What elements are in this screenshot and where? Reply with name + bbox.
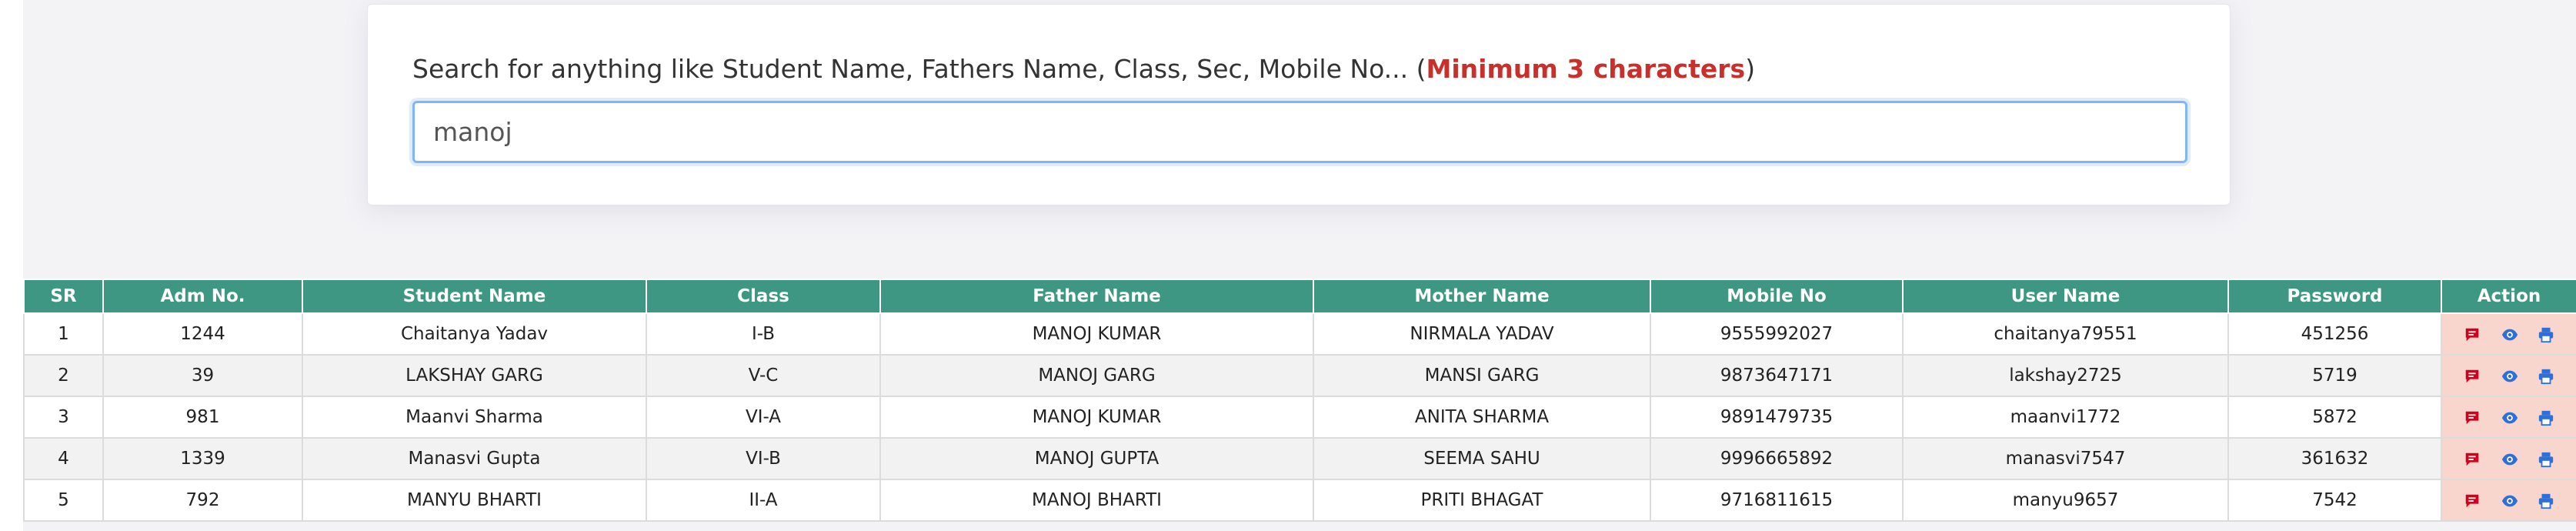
print-icon[interactable] (2538, 409, 2554, 426)
cell-class: VI-B (646, 437, 881, 480)
search-input[interactable] (412, 101, 2187, 163)
search-label-suffix: ) (1745, 54, 1756, 84)
cell-father-name: MANOJ KUMAR (879, 396, 1314, 439)
min-chars-hint: Minimum 3 characters (1426, 54, 1746, 84)
eye-icon[interactable] (2501, 493, 2518, 509)
header-mobile-no[interactable]: Mobile No (1650, 279, 1904, 314)
cell-sr: 3 (23, 396, 104, 439)
cell-father-name: MANOJ KUMAR (879, 312, 1314, 356)
cell-password: 7542 (2227, 479, 2442, 522)
cell-student-name: Maanvi Sharma (302, 396, 647, 439)
cell-action (2441, 354, 2576, 397)
message-icon[interactable] (2464, 409, 2481, 426)
cell-sr: 1 (23, 312, 104, 356)
cell-student-name: MANYU BHARTI (302, 479, 647, 522)
header-password[interactable]: Password (2227, 279, 2442, 314)
cell-sr: 5 (23, 479, 104, 522)
cell-class: I-B (646, 312, 881, 356)
message-icon[interactable] (2464, 493, 2481, 509)
cell-password: 451256 (2227, 312, 2442, 356)
cell-student-name: Manasvi Gupta (302, 437, 647, 480)
cell-action (2441, 312, 2576, 356)
cell-password: 5872 (2227, 396, 2442, 439)
eye-icon[interactable] (2501, 451, 2518, 468)
cell-mother-name: NIRMALA YADAV (1313, 312, 1651, 356)
eye-icon[interactable] (2501, 409, 2518, 426)
message-icon[interactable] (2464, 368, 2481, 385)
cell-sr: 4 (23, 437, 104, 480)
cell-mobile-no: 9996665892 (1650, 437, 1904, 480)
cell-mother-name: PRITI BHAGAT (1313, 479, 1651, 522)
header-class[interactable]: Class (646, 279, 881, 314)
header-student-name[interactable]: Student Name (302, 279, 647, 314)
cell-sr: 2 (23, 354, 104, 397)
cell-action (2441, 479, 2576, 522)
cell-user-name: lakshay2725 (1902, 354, 2229, 397)
header-mother-name[interactable]: Mother Name (1313, 279, 1651, 314)
print-icon[interactable] (2538, 493, 2554, 509)
cell-mobile-no: 9555992027 (1650, 312, 1904, 356)
cell-mother-name: ANITA SHARMA (1313, 396, 1651, 439)
print-icon[interactable] (2538, 368, 2554, 385)
cell-user-name: maanvi1772 (1902, 396, 2229, 439)
cell-class: II-A (646, 479, 881, 522)
header-user-name[interactable]: User Name (1902, 279, 2229, 314)
cell-adm-no: 1244 (102, 312, 303, 356)
cell-adm-no: 39 (102, 354, 303, 397)
cell-user-name: manyu9657 (1902, 479, 2229, 522)
search-label: Search for anything like Student Name, F… (412, 54, 1755, 84)
message-icon[interactable] (2464, 326, 2481, 343)
cell-adm-no: 792 (102, 479, 303, 522)
table-header-row: SR Adm No. Student Name Class Father Nam… (23, 279, 2576, 314)
students-table: SR Adm No. Student Name Class Father Nam… (23, 279, 2576, 522)
message-icon[interactable] (2464, 451, 2481, 468)
cell-password: 5719 (2227, 354, 2442, 397)
cell-father-name: MANOJ BHARTI (879, 479, 1314, 522)
cell-action (2441, 396, 2576, 439)
cell-user-name: manasvi7547 (1902, 437, 2229, 480)
cell-mother-name: MANSI GARG (1313, 354, 1651, 397)
cell-father-name: MANOJ GUPTA (879, 437, 1314, 480)
print-icon[interactable] (2538, 326, 2554, 343)
cell-student-name: LAKSHAY GARG (302, 354, 647, 397)
print-icon[interactable] (2538, 451, 2554, 468)
search-label-prefix: Search for anything like Student Name, F… (412, 54, 1426, 84)
table-row: 5 792 MANYU BHARTI II-A MANOJ BHARTI PRITI BH… (23, 479, 2576, 522)
eye-icon[interactable] (2501, 326, 2518, 343)
cell-father-name: MANOJ GARG (879, 354, 1314, 397)
cell-mobile-no: 9873647171 (1650, 354, 1904, 397)
cell-class: V-C (646, 354, 881, 397)
cell-user-name: chaitanya79551 (1902, 312, 2229, 356)
table-row: 3 981 Maanvi Sharma VI-A MANOJ KUMAR ANITA SH… (23, 396, 2576, 439)
cell-mobile-no: 9716811615 (1650, 479, 1904, 522)
header-father-name[interactable]: Father Name (879, 279, 1314, 314)
left-strip (0, 0, 23, 531)
cell-class: VI-A (646, 396, 881, 439)
search-card: Search for anything like Student Name, F… (367, 4, 2231, 205)
table-row: 4 1339 Manasvi Gupta VI-B MANOJ GUPTA SEEMA S… (23, 437, 2576, 480)
table-row: 2 39 LAKSHAY GARG V-C MANOJ GARG MANSI GARG 98… (23, 354, 2576, 397)
cell-action (2441, 437, 2576, 480)
header-sr[interactable]: SR (23, 279, 104, 314)
page: Search for anything like Student Name, F… (0, 0, 2576, 531)
cell-mother-name: SEEMA SAHU (1313, 437, 1651, 480)
cell-adm-no: 1339 (102, 437, 303, 480)
cell-student-name: Chaitanya Yadav (302, 312, 647, 356)
table-row: 1 1244 Chaitanya Yadav I-B MANOJ KUMAR NIRMAL… (23, 312, 2576, 356)
header-adm-no[interactable]: Adm No. (102, 279, 303, 314)
cell-adm-no: 981 (102, 396, 303, 439)
eye-icon[interactable] (2501, 368, 2518, 385)
cell-password: 361632 (2227, 437, 2442, 480)
header-action: Action (2441, 279, 2576, 314)
cell-mobile-no: 9891479735 (1650, 396, 1904, 439)
